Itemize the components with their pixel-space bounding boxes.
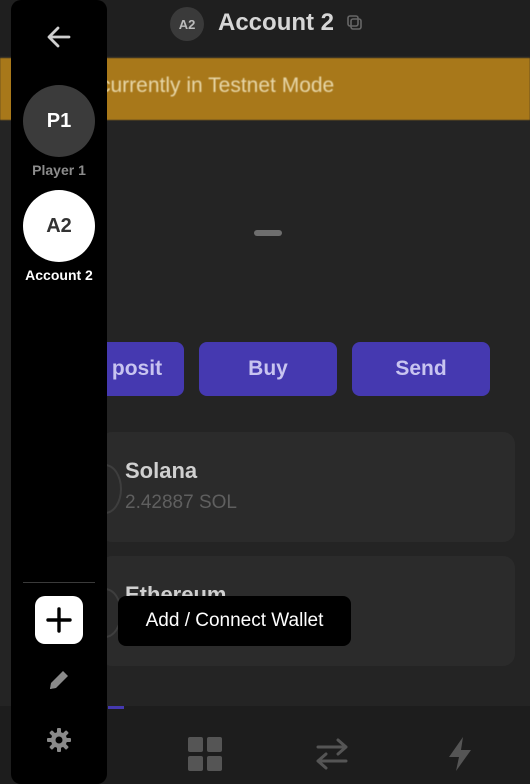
account-title[interactable]: Account 2	[218, 9, 334, 37]
wallet-label-player-1: Player 1	[32, 162, 86, 178]
asset-name: Solana	[125, 458, 198, 483]
asset-card-solana[interactable]: Solana 2.42887 SOL	[88, 432, 515, 542]
pencil-icon[interactable]	[46, 667, 72, 693]
asset-amount: 2.42887 SOL	[125, 492, 237, 513]
sidebar-divider	[23, 582, 95, 583]
wallet-avatar-player-1[interactable]: P1	[23, 85, 95, 157]
testnet-banner-text: currently in Testnet Mode	[100, 74, 335, 97]
add-wallet-button[interactable]	[35, 596, 83, 644]
lightning-icon[interactable]	[440, 734, 480, 774]
wallet-label-account-2: Account 2	[25, 267, 93, 283]
copy-icon[interactable]	[346, 14, 364, 32]
nav-active-indicator	[108, 706, 124, 709]
grid-icon[interactable]	[185, 734, 225, 774]
plus-icon	[46, 607, 72, 633]
balance-placeholder	[254, 230, 282, 236]
wallet-avatar-account-2[interactable]: A2	[23, 190, 95, 262]
send-button[interactable]: Send	[352, 342, 490, 396]
header-avatar[interactable]: A2	[170, 7, 204, 41]
buy-button[interactable]: Buy	[199, 342, 337, 396]
arrow-left-icon[interactable]	[44, 22, 74, 52]
swap-icon[interactable]	[312, 734, 352, 774]
add-wallet-tooltip: Add / Connect Wallet	[118, 596, 351, 646]
wallet-switcher-sidebar: P1 Player 1 A2 Account 2	[11, 0, 107, 784]
gear-icon[interactable]	[46, 727, 72, 753]
